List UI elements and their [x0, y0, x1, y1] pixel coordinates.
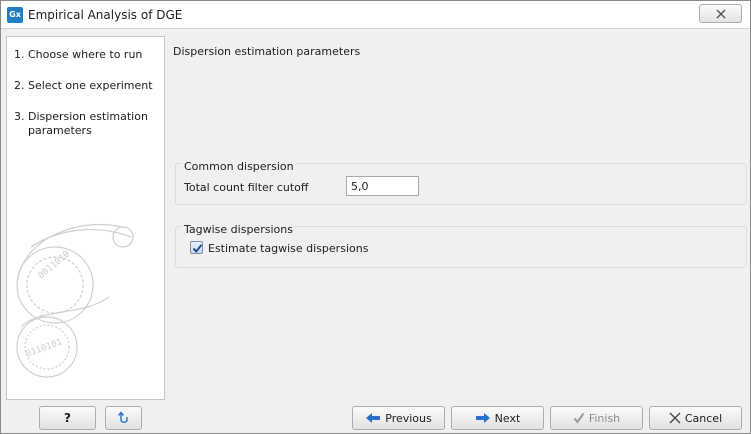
step-label: Dispersion estimation parameters: [28, 110, 148, 137]
filter-cutoff-label: Total count filter cutoff: [184, 181, 309, 194]
svg-text:0110101: 0110101: [25, 337, 64, 359]
cancel-button[interactable]: Cancel: [649, 406, 742, 430]
close-icon: [669, 412, 681, 424]
button-bar: ? Previous Next Finish Cancel: [1, 400, 750, 433]
checkmark-icon: [573, 412, 585, 424]
step-number: 1.: [14, 48, 25, 61]
finish-button[interactable]: Finish: [550, 406, 643, 430]
step-label: Select one experiment: [28, 79, 153, 92]
group-title: Common dispersion: [182, 160, 296, 173]
step-number: 3.: [14, 110, 25, 123]
svg-text:0011010: 0011010: [37, 249, 72, 281]
finish-label: Finish: [588, 411, 621, 425]
watermark-logo: 0011010 0110101: [16, 223, 134, 378]
step-label: Choose where to run: [28, 48, 143, 61]
app-icon: Gx: [7, 7, 23, 23]
previous-label: Previous: [385, 411, 432, 425]
page-title: Dispersion estimation parameters: [173, 45, 361, 58]
next-label: Next: [494, 411, 521, 425]
estimate-tagwise-label: Estimate tagwise dispersions: [208, 242, 369, 255]
dialog-window: Gx Empirical Analysis of DGE 1. Choose w…: [0, 0, 751, 434]
estimate-tagwise-checkbox[interactable]: [190, 241, 203, 254]
arrow-right-icon: [475, 412, 491, 424]
window-title: Empirical Analysis of DGE: [28, 8, 183, 22]
common-dispersion-group: Common dispersion Total count filter cut…: [175, 160, 747, 205]
cancel-label: Cancel: [684, 411, 723, 425]
previous-button[interactable]: Previous: [352, 406, 445, 430]
next-button[interactable]: Next: [451, 406, 544, 430]
title-bar: Gx Empirical Analysis of DGE: [1, 1, 750, 29]
reset-button[interactable]: [105, 406, 142, 430]
help-label: ?: [64, 411, 71, 425]
close-icon: [716, 9, 726, 19]
checkmark-icon: [192, 244, 203, 253]
wizard-steps-panel: 1. Choose where to run 2. Select one exp…: [6, 36, 165, 400]
help-button[interactable]: ?: [39, 406, 96, 430]
close-button[interactable]: [699, 4, 742, 23]
parameters-panel: Dispersion estimation parameters Common …: [165, 36, 748, 400]
group-title: Tagwise dispersions: [182, 223, 295, 236]
tagwise-dispersions-group: Tagwise dispersions Estimate tagwise dis…: [175, 223, 747, 268]
undo-icon: [117, 411, 131, 425]
step-number: 2.: [14, 79, 25, 92]
arrow-left-icon: [365, 412, 381, 424]
filter-cutoff-input[interactable]: [346, 176, 419, 196]
